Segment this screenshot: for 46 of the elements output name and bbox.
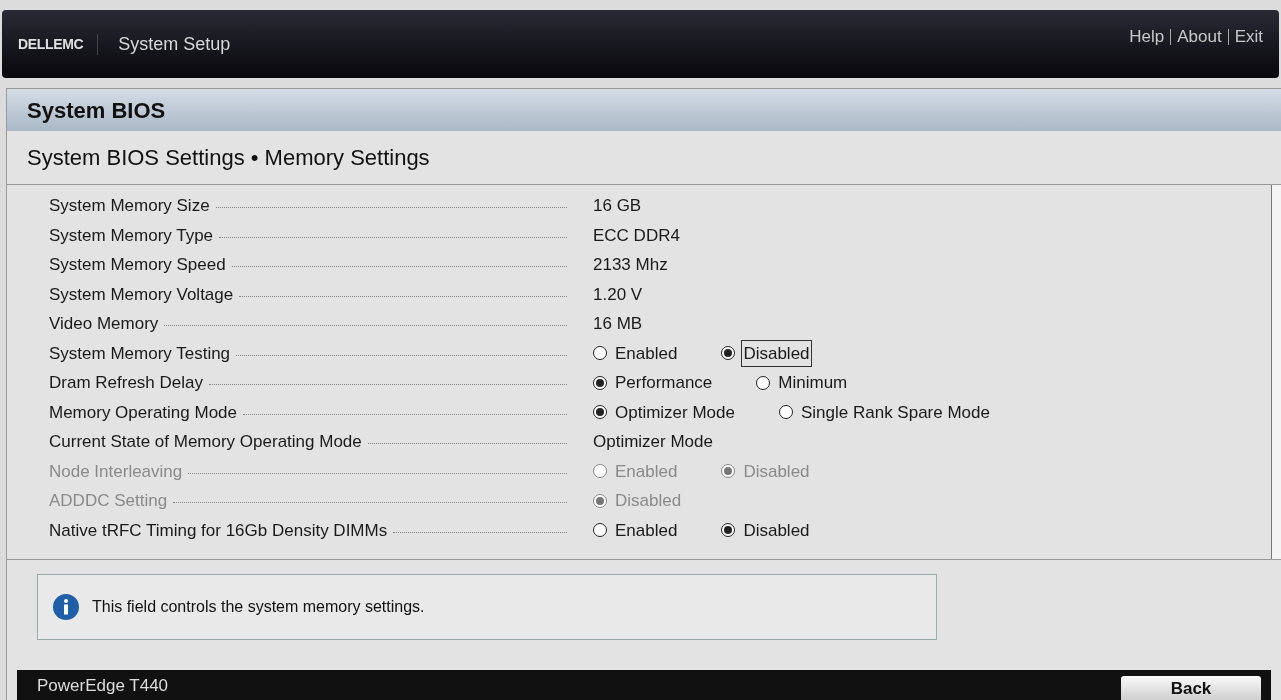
option-label[interactable]: Single Rank Spare Mode	[799, 398, 992, 426]
setting-label: Video Memory	[49, 313, 159, 335]
option-label[interactable]: Disabled	[741, 339, 812, 367]
option-label[interactable]: Enabled	[613, 339, 680, 367]
setting-value: ECC DDR4	[593, 224, 680, 247]
setting-value: Optimizer Mode	[593, 431, 713, 453]
breadcrumb: System BIOS Settings • Memory Settings	[7, 131, 1281, 185]
setting-label: Node Interleaving	[49, 460, 183, 483]
radio-button[interactable]	[593, 405, 607, 420]
option-label[interactable]: Optimizer Mode	[613, 398, 737, 426]
header-link[interactable]: Help	[1129, 24, 1165, 50]
back-button[interactable]: Back	[1121, 676, 1261, 700]
radio-button[interactable]	[721, 346, 736, 361]
setting-label: Current State of Memory Operating Mode	[49, 431, 362, 453]
setting-label: System Memory Type	[49, 224, 214, 247]
setting-value: 1.20 V	[593, 283, 643, 306]
scrollbar[interactable]	[1271, 185, 1281, 559]
option-label[interactable]: Enabled	[613, 516, 680, 544]
setting-value: 16 MB	[593, 313, 643, 335]
setting-label: Native tRFC Timing for 16Gb Density DIMMs	[49, 519, 388, 542]
option-label[interactable]: Minimum	[776, 369, 850, 397]
setting-label: System Memory Testing	[49, 342, 231, 365]
header-link[interactable]: About	[1177, 24, 1222, 50]
brand-logo: DELLEMC	[18, 33, 99, 55]
radio-button[interactable]	[779, 405, 793, 420]
setting-label: System Memory Voltage	[49, 283, 234, 306]
setting-label: Memory Operating Mode	[49, 401, 238, 424]
option-label[interactable]: Disabled	[741, 516, 812, 544]
setting-label: Dram Refresh Delay	[49, 372, 203, 394]
setting-value: 16 GB	[593, 195, 642, 217]
setting-value: 2133 Mhz	[593, 254, 668, 276]
setting-label: System Memory Speed	[49, 254, 226, 276]
app-title: System Setup	[118, 32, 231, 56]
option-label[interactable]: Performance	[613, 369, 715, 397]
info-icon	[52, 593, 80, 621]
help-text: This field controls the system memory settings.	[92, 597, 425, 617]
setting-label: ADDDC Setting	[49, 490, 168, 512]
page-title: System BIOS	[7, 89, 1281, 131]
radio-button[interactable]	[593, 346, 607, 361]
radio-button[interactable]	[593, 375, 607, 390]
radio-button[interactable]	[756, 375, 771, 390]
setting-label: System Memory Size	[49, 195, 210, 217]
radio-button[interactable]	[593, 523, 607, 538]
header-link[interactable]: Exit	[1234, 24, 1263, 50]
model-name: PowerEdge T440	[37, 674, 169, 697]
radio-button[interactable]	[721, 523, 736, 538]
